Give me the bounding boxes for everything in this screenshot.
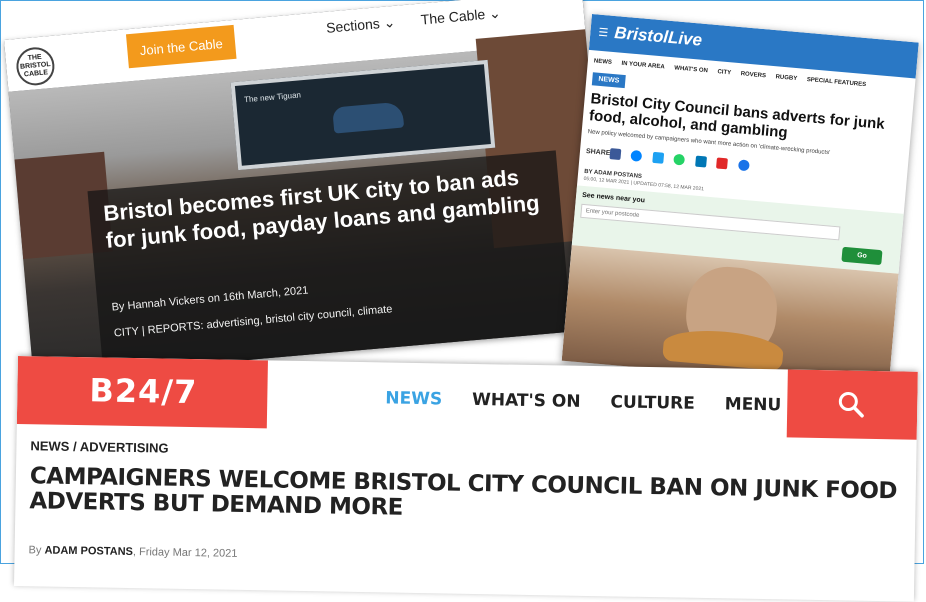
billboard-text: The new Tiguan (243, 90, 302, 105)
bristol-cable-panel: THE BRISTOL CABLE Join the Cable Section… (4, 0, 612, 379)
email-icon[interactable] (737, 159, 750, 172)
breadcrumb[interactable]: NEWS / ADVERTISING (30, 438, 168, 455)
live-nav-rugby[interactable]: RUGBY (775, 74, 797, 82)
live-nav-area[interactable]: IN YOUR AREA (621, 61, 665, 71)
b247-date: , Friday Mar 12, 2021 (132, 546, 238, 560)
whatsapp-icon[interactable] (673, 153, 686, 166)
b247-nav-news[interactable]: NEWS (385, 388, 442, 409)
twitter-icon[interactable] (652, 151, 665, 164)
messenger-icon[interactable] (630, 149, 643, 162)
linkedin-icon[interactable] (694, 155, 707, 168)
live-nav-rovers[interactable]: ROVERS (740, 71, 766, 79)
live-nav-special[interactable]: SPECIAL FEATURES (807, 77, 867, 88)
search-icon (838, 391, 864, 418)
live-nav-city[interactable]: CITY (717, 69, 731, 76)
search-button[interactable] (786, 369, 918, 440)
menu-label: MENU (724, 394, 782, 416)
b247-nav-whats-on[interactable]: WHAT'S ON (472, 390, 581, 412)
live-nav-whats-on[interactable]: WHAT'S ON (674, 65, 708, 74)
live-nav-news[interactable]: NEWS (594, 58, 612, 66)
hamburger-icon[interactable]: ☰ (598, 27, 611, 40)
car-icon (332, 101, 405, 134)
news-badge: NEWS (591, 72, 626, 89)
b247-logo: B24/7 (89, 371, 198, 412)
by-prefix: By (28, 544, 42, 557)
facebook-icon[interactable] (609, 148, 622, 161)
share-label: SHARE (585, 148, 611, 158)
b247-author[interactable]: ADAM POSTANS (44, 544, 133, 558)
b247-nav-culture[interactable]: CULTURE (610, 392, 695, 413)
b247-panel: B24/7 NEWS WHAT'S ON CULTURE MENU NEWS /… (13, 356, 918, 602)
b247-headline: CAMPAIGNERS WELCOME BRISTOL CITY COUNCIL… (29, 463, 898, 521)
b247-logo-block[interactable]: B24/7 (16, 356, 268, 429)
flipboard-icon[interactable] (716, 157, 729, 170)
b247-byline: By ADAM POSTANS, Friday Mar 12, 2021 (29, 544, 238, 560)
bristol-live-panel: ☰ BristolLive NEWS IN YOUR AREA WHAT'S O… (561, 14, 919, 390)
